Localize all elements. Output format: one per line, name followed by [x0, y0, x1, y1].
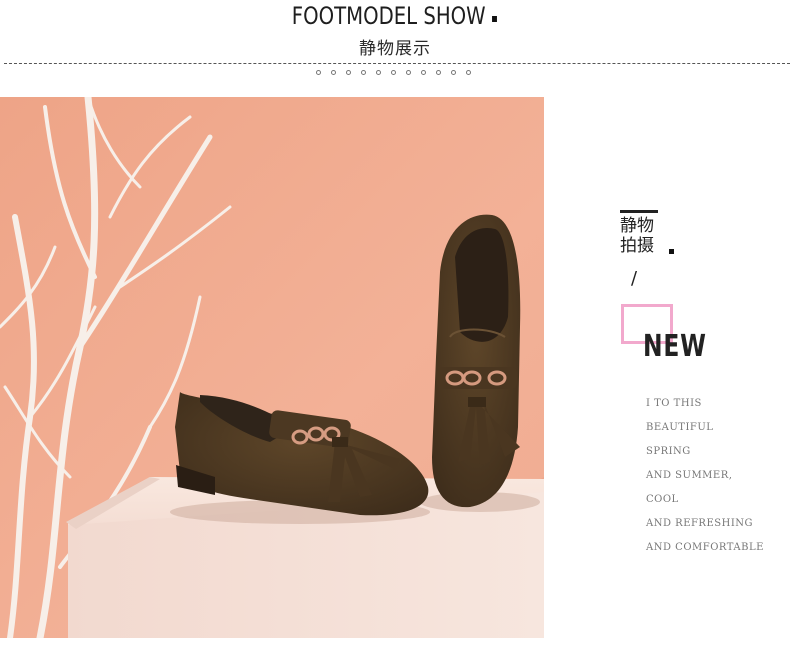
circle-dot-icon	[361, 70, 366, 75]
circle-dot-icon	[421, 70, 426, 75]
copy-line: I TO THIS	[646, 398, 702, 409]
slash-separator: /	[631, 268, 638, 289]
circle-dot-icon	[436, 70, 441, 75]
description-copy: I TO THIS BEAUTIFUL SPRING AND SUMMER, C…	[646, 392, 764, 560]
section-title-text: FOOTMODEL SHOW	[291, 2, 486, 30]
circle-dot-icon	[406, 70, 411, 75]
tag-top-bar	[620, 210, 658, 213]
circle-dot-icon	[451, 70, 456, 75]
shoe-still-life-illustration	[0, 97, 544, 638]
copy-line: AND COMFORTABLE	[646, 542, 764, 553]
circle-dot-icon	[466, 70, 471, 75]
dot-ornament	[316, 70, 471, 75]
product-photo	[0, 97, 544, 638]
copy-line: AND SUMMER,	[646, 470, 733, 481]
copy-line: BEAUTIFUL	[646, 422, 714, 433]
still-life-tag: 静物 拍摄	[620, 210, 674, 256]
section-subtitle: 静物展示	[359, 39, 431, 59]
copy-line: SPRING	[646, 446, 691, 457]
section-title: FOOTMODEL SHOW	[71, 2, 719, 30]
tag-line-2: 拍摄	[620, 236, 654, 256]
circle-dot-icon	[376, 70, 381, 75]
copy-line: AND REFRESHING	[646, 518, 754, 529]
circle-dot-icon	[316, 70, 321, 75]
title-square-icon	[492, 16, 498, 22]
circle-dot-icon	[331, 70, 336, 75]
circle-dot-icon	[346, 70, 351, 75]
dashed-divider	[4, 63, 790, 64]
new-label: NEW	[643, 329, 707, 364]
tag-line-1: 静物	[620, 216, 654, 236]
tag-square-icon	[669, 249, 674, 254]
copy-line: COOL	[646, 494, 679, 505]
circle-dot-icon	[391, 70, 396, 75]
